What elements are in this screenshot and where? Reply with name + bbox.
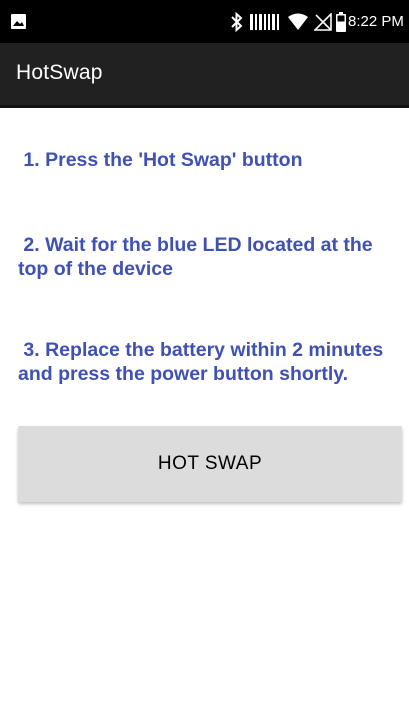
instruction-step-2: 2. Wait for the blue LED located at the …	[18, 234, 379, 280]
app-bar: HotSwap	[0, 43, 409, 105]
instruction-step-1: 1. Press the 'Hot Swap' button	[18, 149, 303, 171]
page-title: HotSwap	[16, 61, 103, 84]
bluetooth-icon	[231, 12, 243, 32]
status-bar: 8:22 PM	[0, 0, 409, 43]
wifi-icon	[288, 13, 308, 30]
battery-icon	[336, 12, 346, 32]
hot-swap-button[interactable]: HOT SWAP	[18, 426, 402, 502]
image-icon	[11, 14, 26, 29]
main-content: 1. Press the 'Hot Swap' button 2. Wait f…	[0, 108, 409, 727]
instruction-step-3: 3. Replace the battery within 2 minutes …	[18, 339, 389, 385]
status-time: 8:22 PM	[348, 13, 404, 30]
signal-bars-icon	[250, 14, 279, 30]
no-sim-icon	[314, 13, 332, 31]
